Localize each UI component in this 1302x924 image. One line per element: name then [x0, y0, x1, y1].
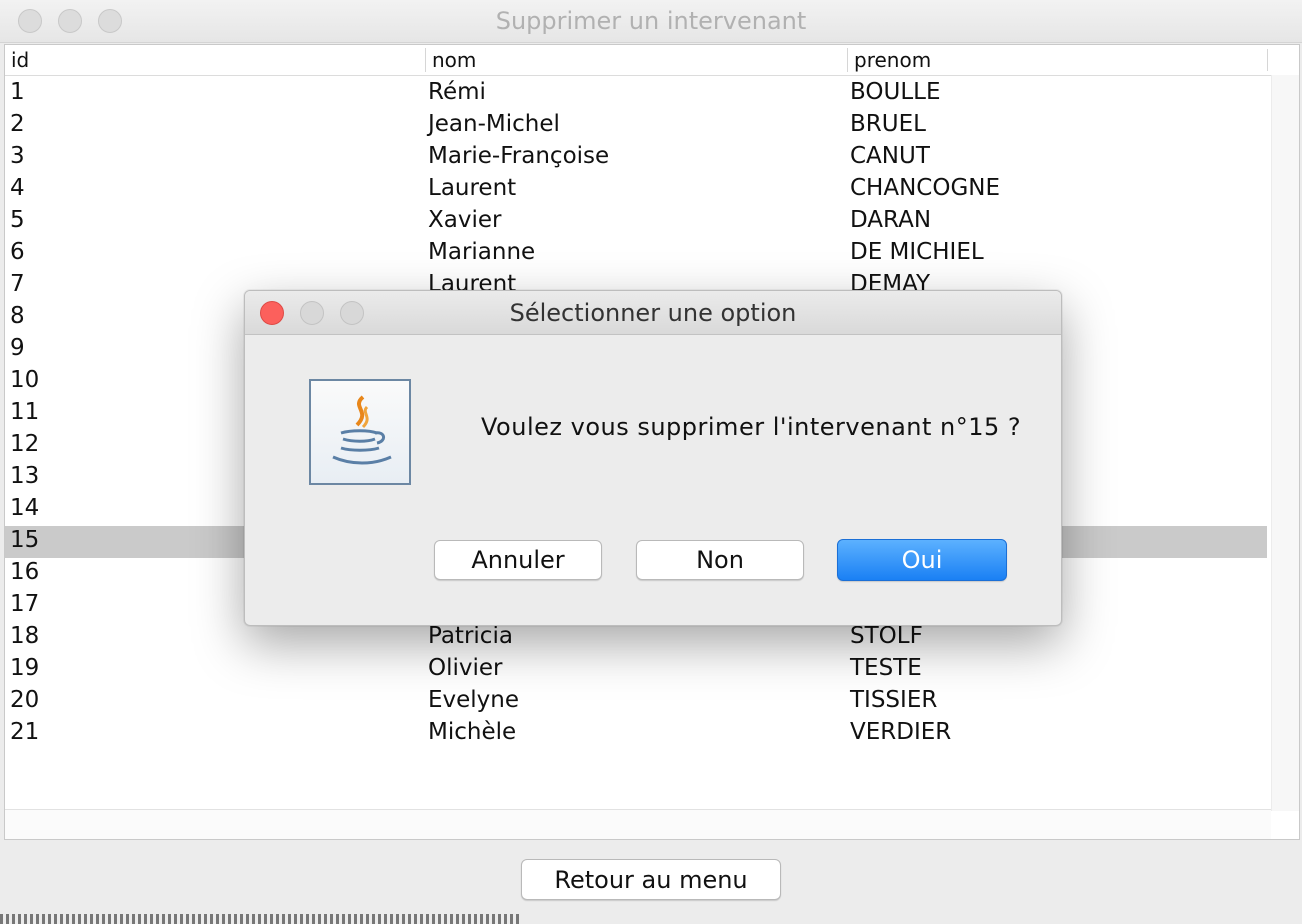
cell-id: 16 — [10, 559, 40, 585]
column-header-nom[interactable]: nom — [425, 48, 476, 72]
oui-button[interactable]: Oui — [837, 539, 1007, 581]
cell-prenom: CANUT — [850, 143, 930, 169]
table-row[interactable]: 5 Xavier DARAN — [5, 206, 1267, 238]
cell-prenom: VERDIER — [850, 719, 952, 745]
cell-id: 12 — [10, 431, 40, 457]
cell-nom: Laurent — [428, 175, 517, 201]
horizontal-scrollbar[interactable] — [5, 809, 1271, 839]
cell-id: 6 — [10, 239, 25, 265]
cell-nom: Marianne — [428, 239, 536, 265]
cell-nom: Xavier — [428, 207, 502, 233]
cell-id: 8 — [10, 303, 25, 329]
table-row[interactable]: 21 Michèle VERDIER — [5, 718, 1267, 750]
bottom-bar: Retour au menu — [0, 842, 1302, 924]
table-row[interactable]: 4 Laurent CHANCOGNE — [5, 174, 1267, 206]
table-row[interactable]: 2 Jean-Michel BRUEL — [5, 110, 1267, 142]
cell-id: 15 — [10, 527, 40, 553]
java-coffee-icon — [309, 379, 411, 485]
table-row[interactable]: 19 Olivier TESTE — [5, 654, 1267, 686]
cell-id: 17 — [10, 591, 40, 617]
cell-id: 13 — [10, 463, 40, 489]
table-header: id nom prenom — [5, 45, 1271, 76]
vertical-scrollbar[interactable] — [1271, 75, 1299, 811]
window-titlebar[interactable]: Supprimer un intervenant — [0, 0, 1302, 43]
cell-nom: Michèle — [428, 719, 517, 745]
table-row[interactable]: 18 Patricia STOLF — [5, 622, 1267, 654]
cell-id: 1 — [10, 79, 25, 105]
cell-prenom: DE MICHIEL — [850, 239, 984, 265]
cell-id: 4 — [10, 175, 25, 201]
cell-nom: Olivier — [428, 655, 503, 681]
annuler-button[interactable]: Annuler — [434, 540, 602, 580]
confirm-dialog: Sélectionner une option Voulez vous supp… — [244, 290, 1062, 626]
cell-prenom: TESTE — [850, 655, 922, 681]
column-header-id[interactable]: id — [5, 48, 29, 72]
cell-id: 3 — [10, 143, 25, 169]
cell-id: 18 — [10, 623, 40, 649]
cell-id: 19 — [10, 655, 40, 681]
cell-nom: Marie-Françoise — [428, 143, 610, 169]
table-row[interactable]: 20 Evelyne TISSIER — [5, 686, 1267, 718]
column-header-prenom[interactable]: prenom — [847, 48, 931, 72]
resize-hatch — [0, 914, 520, 924]
cell-id: 14 — [10, 495, 40, 521]
column-divider — [1267, 49, 1268, 71]
table-row[interactable]: 6 Marianne DE MICHIEL — [5, 238, 1267, 270]
cell-nom: Patricia — [428, 623, 513, 649]
cell-id: 21 — [10, 719, 40, 745]
dialog-titlebar[interactable]: Sélectionner une option — [245, 291, 1061, 335]
cell-id: 11 — [10, 399, 40, 425]
cell-nom: Evelyne — [428, 687, 520, 713]
table-row[interactable]: 1 Rémi BOULLE — [5, 78, 1267, 110]
cell-prenom: BOULLE — [850, 79, 941, 105]
cell-id: 9 — [10, 335, 25, 361]
cell-nom: Rémi — [428, 79, 486, 105]
cell-id: 2 — [10, 111, 25, 137]
non-button[interactable]: Non — [636, 540, 804, 580]
cell-id: 20 — [10, 687, 40, 713]
cell-prenom: DARAN — [850, 207, 932, 233]
cell-prenom: TISSIER — [850, 687, 938, 713]
window-title: Supprimer un intervenant — [495, 7, 807, 35]
cell-id: 10 — [10, 367, 40, 393]
cell-prenom: BRUEL — [850, 111, 926, 137]
cell-id: 7 — [10, 271, 25, 297]
cell-prenom: STOLF — [850, 623, 923, 649]
cell-id: 5 — [10, 207, 25, 233]
cell-prenom: CHANCOGNE — [850, 175, 1001, 201]
table-row[interactable]: 3 Marie-Françoise CANUT — [5, 142, 1267, 174]
retour-au-menu-button[interactable]: Retour au menu — [521, 859, 781, 900]
dialog-title: Sélectionner une option — [509, 299, 797, 327]
dialog-message: Voulez vous supprimer l'intervenant n°15… — [481, 413, 1022, 441]
cell-nom: Jean-Michel — [428, 111, 560, 137]
